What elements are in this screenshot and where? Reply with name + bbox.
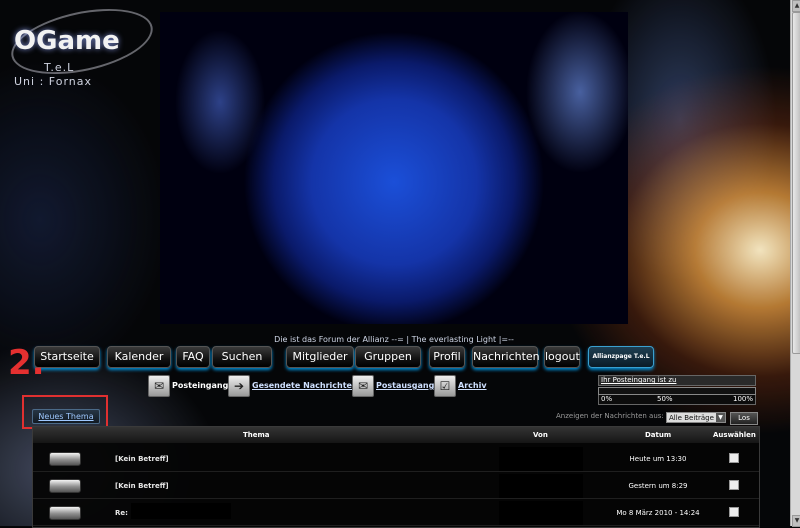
chevron-down-icon: ▼ (716, 413, 725, 422)
scroll-up-arrow-icon[interactable]: ▲ (792, 0, 800, 12)
messages-table: Thema Von Datum Auswählen [Kein Betreff]… (32, 426, 760, 528)
new-thread-button[interactable]: Neues Thema (32, 409, 100, 424)
table-header: Thema Von Datum Auswählen (33, 427, 759, 443)
nav-profil[interactable]: Profil (429, 346, 465, 368)
quota-progress-bar (598, 387, 756, 395)
table-row[interactable]: [Kein Betreff] Heute um 13:30 (33, 445, 759, 472)
message-filter: Anzeigen der Nachrichten aus: Alle Beitr… (556, 412, 758, 425)
folder-gesendete[interactable]: Gesendete Nachrichten (252, 381, 358, 390)
scrollbar-thumb[interactable] (792, 12, 800, 354)
outbox-icon[interactable]: ✉ (352, 375, 374, 397)
nav-nachrichten[interactable]: Nachrichten (472, 346, 540, 368)
nav-allianzpage[interactable]: Allianzpage T.e.L (588, 346, 654, 368)
quota-scale: 0% 50% 100% (598, 395, 756, 405)
message-status-icon (49, 452, 81, 466)
arrow-right-icon[interactable]: ➔ (228, 375, 250, 397)
inbox-quota: Ihr Posteingang ist zu 0% 50% 100% (598, 375, 756, 405)
filter-label: Anzeigen der Nachrichten aus: (556, 412, 664, 420)
filter-selected-value: Alle Beiträge (669, 414, 714, 422)
folder-posteingang[interactable]: Posteingang (172, 381, 228, 390)
logo-text: OGame (14, 26, 120, 56)
quota-title: Ihr Posteingang ist zu (598, 375, 756, 386)
folder-postausgang[interactable]: Postausgang (376, 381, 434, 390)
quota-min-label: 0% (601, 395, 613, 403)
message-date: Gestern um 8:29 (628, 482, 688, 490)
forum-tagline: Die ist das Forum der Allianz --= | The … (274, 335, 514, 344)
folder-archiv[interactable]: Archiv (458, 381, 487, 390)
message-date: Mo 8 März 2010 - 14:24 (616, 509, 700, 517)
inbox-icon[interactable]: ✉ (148, 375, 170, 397)
universe-label: Uni : Fornax (14, 75, 92, 88)
quota-max-label: 100% (732, 395, 753, 403)
message-date: Heute um 13:30 (629, 455, 687, 463)
message-status-icon (49, 479, 81, 493)
nav-gruppen[interactable]: Gruppen (355, 346, 421, 368)
col-header-auswaehlen: Auswählen (713, 431, 756, 439)
message-sender-redacted (499, 474, 583, 498)
ogame-logo[interactable]: OGame T.e.L Uni : Fornax (5, 0, 159, 88)
archive-icon[interactable]: ☑ (434, 375, 456, 397)
header-banner-image (160, 12, 628, 324)
message-select-checkbox[interactable] (729, 480, 739, 490)
nav-logout[interactable]: logout (544, 346, 580, 368)
nav-suchen[interactable]: Suchen (212, 346, 272, 368)
col-header-datum: Datum (645, 431, 672, 439)
message-sender-redacted (499, 501, 583, 525)
table-row[interactable]: Re: Mo 8 März 2010 - 14:24 (33, 499, 759, 526)
table-row[interactable]: [Kein Betreff] Gestern um 8:29 (33, 472, 759, 499)
message-subject-redacted (131, 503, 231, 519)
filter-go-button[interactable]: Los (730, 412, 758, 425)
message-select-checkbox[interactable] (729, 507, 739, 517)
message-sender-redacted (499, 447, 583, 471)
scroll-down-arrow-icon[interactable]: ▼ (792, 515, 800, 527)
nav-kalender[interactable]: Kalender (107, 346, 171, 368)
alliance-tag: T.e.L (44, 61, 75, 74)
quota-mid-label: 50% (657, 395, 673, 403)
message-select-checkbox[interactable] (729, 453, 739, 463)
col-header-von: Von (533, 431, 548, 439)
message-subject[interactable]: Re: (115, 509, 128, 517)
message-subject[interactable]: [Kein Betreff] (115, 482, 169, 490)
page-scrollbar[interactable]: ▲ ▼ (790, 0, 800, 527)
nav-faq[interactable]: FAQ (176, 346, 210, 368)
message-subject[interactable]: [Kein Betreff] (115, 455, 169, 463)
filter-select[interactable]: Alle Beiträge ▼ (666, 412, 726, 423)
col-header-thema: Thema (243, 431, 270, 439)
nav-mitglieder[interactable]: Mitglieder (286, 346, 354, 368)
annotation-step-number: 2. (8, 343, 45, 383)
message-status-icon (49, 506, 81, 520)
